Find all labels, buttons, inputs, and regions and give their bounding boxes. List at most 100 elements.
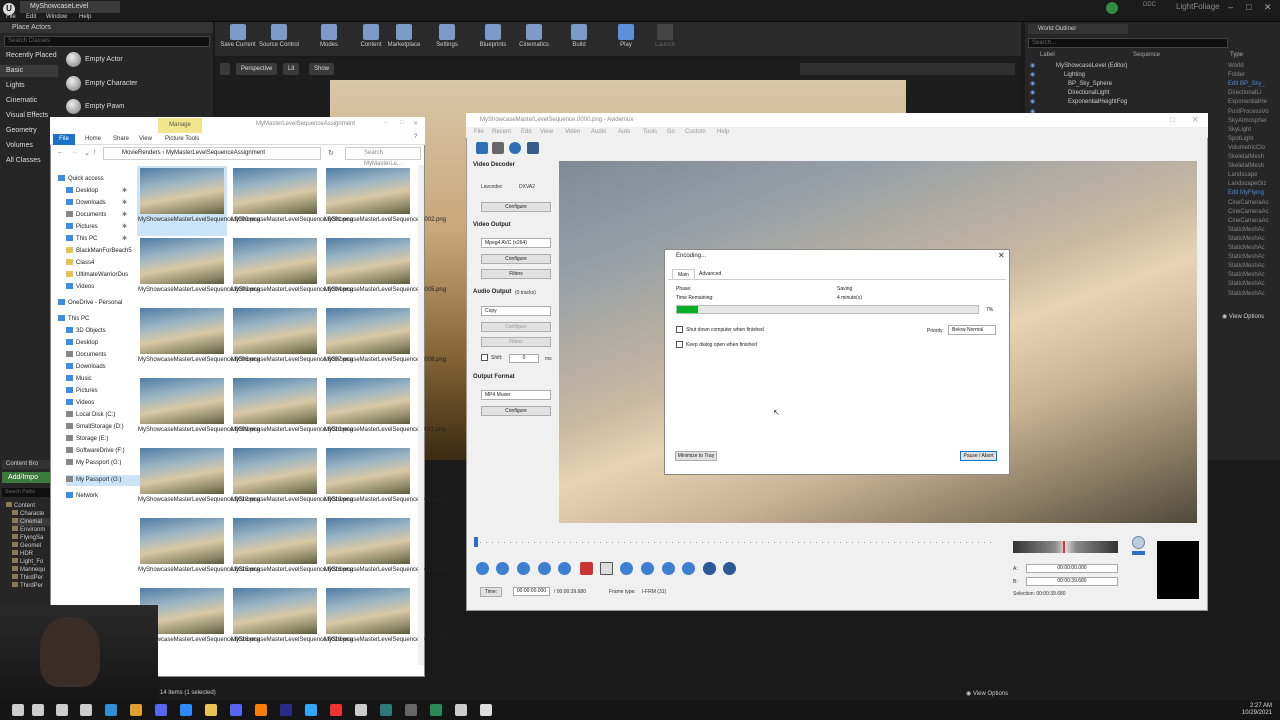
timeline-handle[interactable] bbox=[474, 537, 478, 547]
actor-empty-actor[interactable]: Empty Actor bbox=[62, 49, 210, 71]
nav-item[interactable]: Documents ✱ bbox=[66, 210, 141, 221]
prev-keyframe-icon[interactable] bbox=[538, 562, 551, 575]
eye-icon[interactable]: ◉ bbox=[1030, 80, 1035, 89]
eye-icon[interactable]: ◉ bbox=[1030, 89, 1035, 98]
record-icon[interactable] bbox=[330, 704, 342, 716]
audio-configure-button[interactable]: Configure bbox=[481, 322, 551, 332]
ribbon-file[interactable]: File bbox=[53, 134, 75, 145]
eye-icon[interactable]: ◉ bbox=[1030, 98, 1035, 107]
nav-item[interactable]: SoftwareDrive (F:) bbox=[66, 446, 141, 457]
forward-arrow-icon[interactable]: → bbox=[71, 149, 78, 156]
video-configure-button[interactable]: Configure bbox=[481, 254, 551, 264]
tab-main[interactable]: Main bbox=[672, 269, 695, 279]
nav-item[interactable]: Desktop bbox=[66, 338, 141, 349]
photoshop-icon[interactable] bbox=[305, 704, 317, 716]
after-effects-icon[interactable] bbox=[280, 704, 292, 716]
explorer-icon[interactable] bbox=[205, 704, 217, 716]
play-icon[interactable] bbox=[476, 562, 489, 575]
add-import-button[interactable]: Add/Impo bbox=[2, 472, 56, 483]
avidemux-menu-item[interactable]: Auto bbox=[618, 129, 630, 135]
nav-item[interactable]: Quick access bbox=[58, 174, 133, 185]
nav-item[interactable]: Videos bbox=[66, 282, 141, 293]
avidemux-menu-item[interactable]: Edit bbox=[521, 129, 531, 135]
file-thumbnail[interactable]: MyShowcaseMasterLevelSequence.0019.png bbox=[230, 586, 353, 656]
discord-alt-icon[interactable] bbox=[230, 704, 242, 716]
outliner-row[interactable]: ◉ ExponentialHeightFog ExponentialHe bbox=[1028, 98, 1276, 107]
outliner-row[interactable]: ◉ Lighting Folder bbox=[1028, 71, 1276, 80]
cortana-icon[interactable] bbox=[56, 704, 68, 716]
maximize-icon[interactable]: □ bbox=[1170, 115, 1175, 124]
avidemux-menu-item[interactable]: Video bbox=[565, 129, 580, 135]
settings-button[interactable]: Settings bbox=[425, 24, 469, 54]
nav-item[interactable]: SmallStorage (D:) bbox=[66, 422, 141, 433]
nav-item[interactable]: This PC bbox=[58, 314, 133, 325]
info-icon[interactable] bbox=[509, 142, 521, 154]
search-icon[interactable] bbox=[32, 704, 44, 716]
zoom-icon[interactable] bbox=[180, 704, 192, 716]
pin-icon[interactable]: ✱ bbox=[122, 222, 127, 233]
next-black-icon[interactable] bbox=[662, 562, 675, 575]
file-thumbnail[interactable]: MyShowcaseMasterLevelSequence.0001.png bbox=[230, 166, 353, 236]
nav-item[interactable]: Pictures bbox=[66, 386, 141, 397]
maximize-icon[interactable]: □ bbox=[400, 120, 404, 126]
mark-end-icon[interactable] bbox=[723, 562, 736, 575]
chevron-down-icon[interactable]: ⌄ bbox=[84, 149, 90, 157]
file-thumbnail[interactable]: MyShowcaseMasterLevelSequence.0002.png bbox=[323, 166, 446, 236]
breadcrumb-movierenders[interactable]: MovieRenders bbox=[122, 150, 161, 156]
content-browser-tab[interactable]: Content Bro bbox=[2, 460, 56, 469]
steam-icon[interactable] bbox=[355, 704, 367, 716]
close-icon[interactable]: ✕ bbox=[1264, 2, 1272, 13]
calculator-icon[interactable] bbox=[527, 142, 539, 154]
manage-tab[interactable]: Manage bbox=[158, 118, 202, 133]
category-cinematic[interactable]: Cinematic bbox=[0, 95, 58, 107]
avidemux-menu-item[interactable]: Custom bbox=[685, 129, 706, 135]
taskbar-clock[interactable]: 2:27 AM 10/29/2021 bbox=[1222, 703, 1272, 717]
keep-open-option[interactable]: Keep dialog open when finished bbox=[676, 341, 757, 348]
a-marker-field[interactable]: 00:00:00.000 bbox=[1026, 564, 1118, 573]
outliner-row[interactable]: ◉ BP_Sky_Sphere Edit BP_Sky_ bbox=[1028, 80, 1276, 89]
menu-window[interactable]: Window bbox=[46, 14, 67, 20]
pin-icon[interactable]: ✱ bbox=[122, 210, 127, 221]
outliner-row[interactable]: ◉ MyShowcaseLevel (Editor) World bbox=[1028, 62, 1276, 71]
illustrator-icon[interactable] bbox=[255, 704, 267, 716]
avidemux-menu-item[interactable]: Go bbox=[667, 129, 675, 135]
world-outliner-tab[interactable]: World Outliner bbox=[1028, 24, 1128, 34]
file-thumbnail[interactable]: MyShowcaseMasterLevelSequence.0020.png bbox=[323, 586, 446, 656]
open-icon[interactable] bbox=[476, 142, 488, 154]
unreal-icon[interactable] bbox=[480, 704, 492, 716]
file-thumbnail[interactable]: MyShowcaseMasterLevelSequence.0005.png bbox=[323, 236, 446, 306]
file-thumbnail[interactable]: MyShowcaseMasterLevelSequence.0003.png bbox=[137, 236, 260, 306]
file-thumbnail[interactable]: MyShowcaseMasterLevelSequence.0007.png bbox=[230, 306, 353, 376]
file-thumbnail[interactable]: MyShowcaseMasterLevelSequence.0008.png bbox=[323, 306, 446, 376]
eye-icon[interactable]: ◉ bbox=[1030, 71, 1035, 80]
nav-item[interactable]: Class4 bbox=[66, 258, 141, 269]
bottom-view-options[interactable]: ◉ View Options bbox=[966, 690, 1008, 697]
file-thumbnail[interactable]: MyShowcaseMasterLevelSequence.0014.png bbox=[323, 446, 446, 516]
close-icon[interactable]: ✕ bbox=[413, 120, 418, 127]
outliner-type[interactable]: Edit MyFlying bbox=[1228, 189, 1264, 198]
viewport-options-icon[interactable] bbox=[220, 63, 230, 75]
file-thumbnail[interactable]: MyShowcaseMasterLevelSequence.0015.png bbox=[137, 516, 260, 586]
outliner-type[interactable]: Edit BP_Sky_ bbox=[1228, 80, 1265, 89]
launch-button[interactable]: Launch bbox=[643, 24, 687, 54]
file-thumbnail[interactable]: MyShowcaseMasterLevelSequence.0017.png bbox=[323, 516, 446, 586]
timeline-slider[interactable] bbox=[470, 537, 1000, 547]
time-button[interactable]: Time: bbox=[480, 587, 502, 597]
file-thumbnail[interactable]: MyShowcaseMasterLevelSequence.0012.png bbox=[137, 446, 260, 516]
shift-checkbox[interactable] bbox=[481, 354, 488, 361]
file-thumbnail[interactable]: MyShowcaseMasterLevelSequence.0013.png bbox=[230, 446, 353, 516]
avidemux-menu-item[interactable]: Recent bbox=[492, 129, 511, 135]
avidemux-icon[interactable] bbox=[405, 704, 417, 716]
build-button[interactable]: Build bbox=[557, 24, 601, 54]
modes-button[interactable]: Modes bbox=[307, 24, 351, 54]
file-thumbnail[interactable]: MyShowcaseMasterLevelSequence.0016.png bbox=[230, 516, 353, 586]
nav-item[interactable]: Downloads ✱ bbox=[66, 198, 141, 209]
category-lights[interactable]: Lights bbox=[0, 80, 58, 92]
help-icon[interactable]: ? bbox=[414, 134, 417, 140]
pin-icon[interactable]: ✱ bbox=[122, 186, 127, 197]
source-control-icon[interactable] bbox=[1106, 2, 1118, 14]
place-actors-tab[interactable]: Place Actors bbox=[0, 22, 213, 33]
category-recently-placed[interactable]: Recently Placed bbox=[0, 50, 58, 62]
close-icon[interactable]: ✕ bbox=[998, 251, 1005, 260]
play-button[interactable]: Play bbox=[604, 24, 648, 54]
